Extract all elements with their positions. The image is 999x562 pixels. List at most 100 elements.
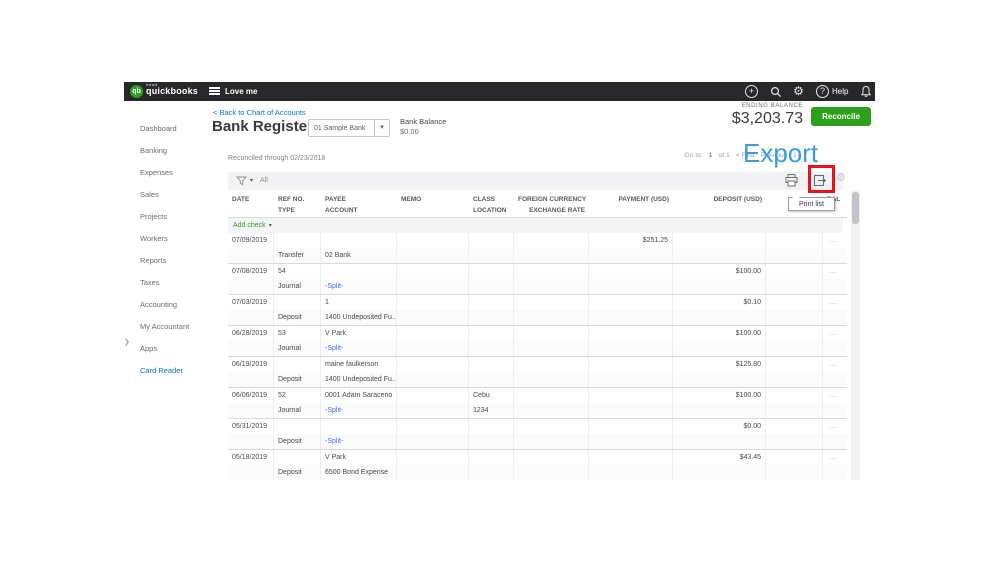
print-icon[interactable] [784,173,800,189]
hamburger-menu-icon[interactable] [209,87,220,96]
company-name[interactable]: Love me [225,87,257,96]
cell-account[interactable]: 02 Bank [321,248,397,263]
account-selector[interactable]: 01 Sample Bank ▾ [308,119,390,137]
sidebar-item-projects[interactable]: Projects [124,206,208,228]
table-row-line[interactable]: Deposit 1400 Undeposited Fu... [228,372,847,387]
cell-payment[interactable] [589,388,673,403]
cell-account[interactable]: 6500 Bond Expense [321,465,397,480]
cell-ref-no[interactable]: 52 [274,388,321,403]
cell-class[interactable] [469,357,514,372]
vertical-scrollbar[interactable] [851,190,860,480]
cell-reconcile-status[interactable] [766,264,823,279]
cell-foreign-currency[interactable] [514,326,589,341]
cell-foreign-currency[interactable] [514,264,589,279]
cell-ref-no[interactable] [274,419,321,434]
table-row-line[interactable]: 05/18/2019 V Park $43.45... [228,450,847,465]
cell-reconcile-status[interactable] [766,233,823,248]
row-overflow-menu[interactable]: ... [823,450,842,465]
sidebar-item-card-reader[interactable]: Card Reader [124,360,208,382]
cell-location[interactable] [469,279,514,294]
cell-foreign-currency[interactable] [514,388,589,403]
row-overflow-menu[interactable]: ... [823,264,842,279]
export-icon[interactable] [812,173,828,189]
cell-foreign-currency[interactable] [514,450,589,465]
cell-ref-no[interactable] [274,233,321,248]
cell-payment[interactable] [589,357,673,372]
cell-foreign-currency[interactable] [514,357,589,372]
cell-reconcile-status[interactable] [766,357,823,372]
sidebar-item-expenses[interactable]: Expenses [124,162,208,184]
cell-deposit[interactable]: $100.00 [673,388,766,403]
cell-payee[interactable] [321,419,397,434]
cell-memo[interactable] [397,326,469,341]
cell-payee[interactable] [321,233,397,248]
row-overflow-menu[interactable]: ... [823,233,842,248]
cell-memo[interactable] [397,450,469,465]
table-row-line[interactable]: Journal -Split- [228,341,847,356]
cell-location[interactable] [469,465,514,480]
cell-payment[interactable] [589,419,673,434]
table-row[interactable]: 06/19/2019 maine faulkerson $125.80... Depo… [228,357,847,388]
cell-date[interactable]: 07/03/2019 [228,295,274,310]
cell-class[interactable] [469,295,514,310]
sidebar-item-apps[interactable]: Apps [124,338,208,360]
cell-memo[interactable] [397,233,469,248]
cell-date[interactable]: 06/19/2019 [228,357,274,372]
sidebar-item-banking[interactable]: Banking [124,140,208,162]
cell-ref-no[interactable] [274,450,321,465]
cell-deposit[interactable]: $43.45 [673,450,766,465]
gear-icon[interactable]: ⚙ [792,84,805,98]
sidebar-item-taxes[interactable]: Taxes [124,272,208,294]
cell-deposit[interactable]: $100.00 [673,326,766,341]
help-icon[interactable]: ? [816,85,829,98]
cell-payee[interactable]: 1 [321,295,397,310]
cell-class[interactable] [469,264,514,279]
table-row-line[interactable]: 06/28/2019 53 V Park $100.00... [228,326,847,341]
cell-account[interactable]: -Split- [321,403,397,418]
cell-deposit[interactable]: $0.00 [673,419,766,434]
cell-memo[interactable] [397,357,469,372]
split-link[interactable]: -Split- [325,345,343,352]
cell-class[interactable] [469,419,514,434]
help-label[interactable]: Help [832,87,848,96]
cell-type[interactable]: Transfer [274,248,321,263]
chevron-down-icon[interactable]: ▾ [250,177,253,184]
cell-class[interactable] [469,450,514,465]
cell-payment[interactable] [589,295,673,310]
table-row[interactable]: 06/06/2019 52 0001 Adam Saraceno Cebu $100.0… [228,388,847,419]
cell-ref-no[interactable]: 54 [274,264,321,279]
previous-page-button[interactable]: Previous [761,152,787,159]
cell-payee[interactable] [321,264,397,279]
cell-payee[interactable]: maine faulkerson [321,357,397,372]
cell-class[interactable] [469,326,514,341]
table-row-line[interactable]: Journal -Split- [228,279,847,294]
cell-payee[interactable]: V Park [321,450,397,465]
plus-icon[interactable]: + [745,85,758,98]
row-overflow-menu[interactable]: ... [823,388,842,403]
cell-reconcile-status[interactable] [766,326,823,341]
table-row-line[interactable]: Deposit 6500 Bond Expense [228,465,847,480]
add-check-dropdown[interactable]: Add check ▾ [228,218,843,233]
search-icon[interactable] [770,86,783,99]
cell-date[interactable]: 07/09/2019 [228,233,274,248]
row-overflow-menu[interactable]: ... [823,295,842,310]
table-row[interactable]: 05/31/2019 $0.00... Deposit -Split- [228,419,847,450]
table-row-line[interactable]: 07/08/2019 54 $100.00... [228,264,847,279]
table-row[interactable]: 07/03/2019 1 $0.10... Deposit 1400 Undeposit… [228,295,847,326]
cell-ref-no[interactable] [274,295,321,310]
cell-deposit[interactable]: $100.00 [673,264,766,279]
chevron-down-icon[interactable]: ▾ [374,120,389,136]
cell-foreign-currency[interactable] [514,295,589,310]
back-to-chart-of-accounts-link[interactable]: < Back to Chart of Accounts [213,108,306,117]
split-link[interactable]: -Split- [325,438,343,445]
cell-type[interactable]: Deposit [274,310,321,325]
cell-reconcile-status[interactable] [766,388,823,403]
reconcile-button[interactable]: Reconcile [811,107,871,126]
table-row[interactable]: 06/28/2019 53 V Park $100.00... Journal -Spli… [228,326,847,357]
table-row[interactable]: 05/18/2019 V Park $43.45... Deposit 6500 Bon… [228,450,847,480]
cell-payee[interactable]: 0001 Adam Saraceno [321,388,397,403]
cell-date[interactable]: 06/28/2019 [228,326,274,341]
table-row-line[interactable]: 06/06/2019 52 0001 Adam Saraceno Cebu $100.0… [228,388,847,403]
sidebar-item-sales[interactable]: Sales [124,184,208,206]
table-row-line[interactable]: Journal -Split- 1234 [228,403,847,418]
